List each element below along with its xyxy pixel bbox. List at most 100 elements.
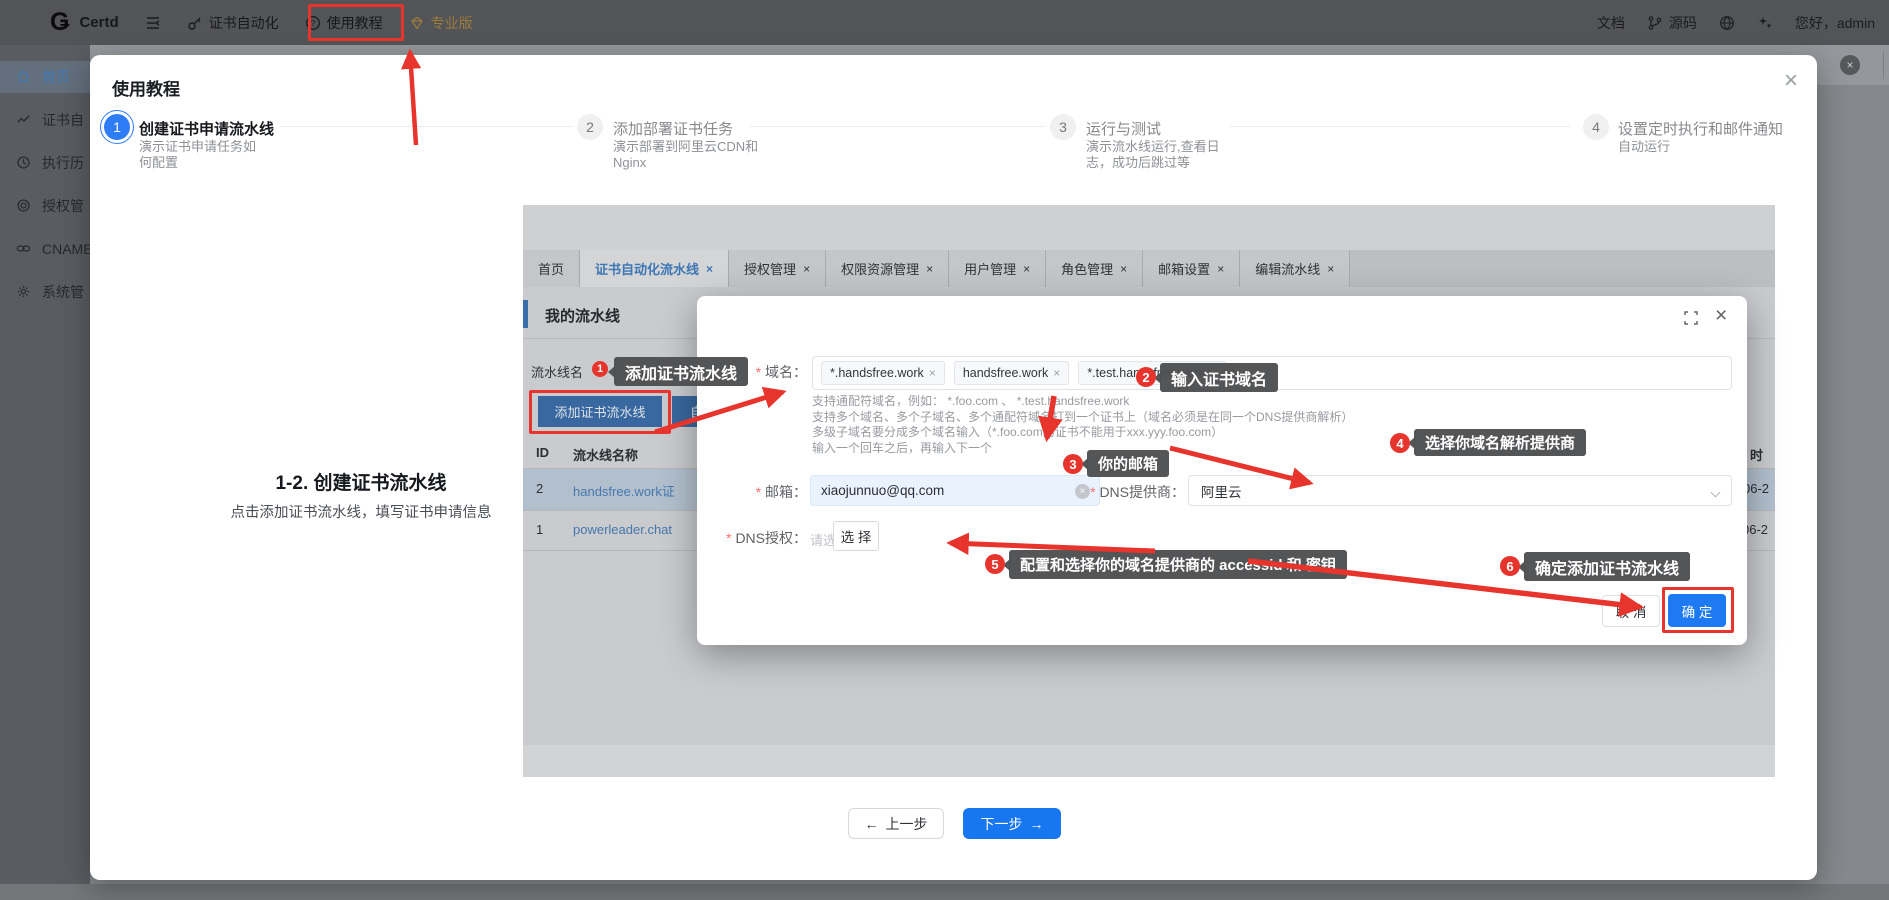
step-2-indicator: 2 xyxy=(577,114,603,140)
panel-accent-bar xyxy=(523,300,528,328)
menu-pro-edition[interactable]: 专业版 xyxy=(409,13,473,33)
sidebar-item-home[interactable]: 首页 xyxy=(0,61,90,93)
fullscreen-icon[interactable] xyxy=(1683,310,1699,331)
annotation-badge-2: 2 xyxy=(1136,367,1156,387)
bottom-band xyxy=(0,884,1889,900)
demo-tab-home[interactable]: 首页 xyxy=(523,250,580,287)
step-1-desc: 演示证书申请任务如何配置 xyxy=(139,139,265,171)
annotation-badge-3: 3 xyxy=(1063,454,1083,474)
demo-tab-pipeline[interactable]: 证书自动化流水线× xyxy=(580,250,729,287)
tab-close-icon[interactable]: × xyxy=(1327,262,1334,276)
step-2-desc: 演示部署到阿里云CDN和Nginx xyxy=(613,139,768,171)
nav-docs-link[interactable]: 文档 xyxy=(1597,13,1625,33)
demo-tab-edit[interactable]: 编辑流水线× xyxy=(1240,250,1350,287)
tutorial-modal: 使用教程 × 1 创建证书申请流水线 演示证书申请任务如何配置 2 添加部署证书… xyxy=(90,55,1817,880)
arrow-left-icon: ← xyxy=(865,816,879,832)
tabs-overflow-close-icon[interactable]: × xyxy=(1840,55,1860,75)
nav-source-link[interactable]: 源码 xyxy=(1647,13,1697,33)
section-desc: 点击添加证书流水线，填写证书申请信息 xyxy=(176,501,546,522)
row-pipeline-link[interactable]: handsfree.work证 xyxy=(573,481,675,500)
row-id: 1 xyxy=(536,522,543,537)
demo-header-strip xyxy=(523,205,1775,250)
step-connector xyxy=(750,126,1045,127)
email-input[interactable]: xiaojunnuo@qq.com × xyxy=(810,475,1100,506)
step-1-indicator: 1 xyxy=(104,114,130,140)
arrow-right-icon: → xyxy=(1030,816,1044,832)
key-icon xyxy=(187,15,203,31)
row-pipeline-link[interactable]: powerleader.chat xyxy=(573,522,672,537)
tab-close-icon[interactable]: × xyxy=(1023,262,1030,276)
annotation-badge-6: 6 xyxy=(1500,556,1520,576)
step-3-indicator: 3 xyxy=(1050,114,1076,140)
app-brand[interactable]: Ǥ Certd xyxy=(50,10,119,35)
col-header-name: 流水线名称 xyxy=(573,445,638,464)
step-4-title: 设置定时执行和邮件通知 xyxy=(1618,118,1783,139)
panel-title: 我的流水线 xyxy=(545,305,620,326)
step-connector xyxy=(280,126,572,127)
annotation-tip-3: 你的邮箱 xyxy=(1087,450,1169,477)
email-label: 邮箱： xyxy=(697,482,807,502)
demo-tab-roles[interactable]: 角色管理× xyxy=(1046,250,1143,287)
diamond-icon xyxy=(409,15,425,31)
tag-close-icon[interactable]: × xyxy=(1053,366,1060,380)
step-3-desc: 演示流水线运行,查看日志，成功后跳过等 xyxy=(1086,139,1234,171)
tab-close-icon[interactable]: × xyxy=(926,262,933,276)
tab-close-icon[interactable]: × xyxy=(1120,262,1127,276)
chart-icon xyxy=(16,112,32,128)
demo-tab-email[interactable]: 邮箱设置× xyxy=(1143,250,1240,287)
dns-provider-select[interactable]: 阿里云 xyxy=(1188,475,1732,506)
globe-icon[interactable] xyxy=(1719,15,1735,31)
certd-logo-icon: Ǥ xyxy=(50,10,69,35)
sidebar-item-auth[interactable]: 授权管 xyxy=(0,190,90,222)
demo-tab-users[interactable]: 用户管理× xyxy=(949,250,1046,287)
collapse-menu-icon[interactable] xyxy=(145,15,161,31)
dns-auth-choose-button[interactable]: 选 择 xyxy=(833,521,879,551)
add-pipeline-dialog: × 域名： *.handsfree.work× handsfree.work× … xyxy=(697,296,1747,645)
demo-tab-perm[interactable]: 权限资源管理× xyxy=(826,250,949,287)
annotation-tip-5: 配置和选择你的域名提供商的 accessid 和 密钥 xyxy=(1009,550,1347,579)
step-4-desc: 自动运行 xyxy=(1618,139,1798,155)
prev-step-button[interactable]: ← 上一步 xyxy=(848,808,944,839)
tutorial-close-icon[interactable]: × xyxy=(1778,67,1804,95)
sidebar-item-cname[interactable]: CNAME xyxy=(0,233,90,265)
gear-icon xyxy=(16,284,32,300)
tab-close-icon[interactable]: × xyxy=(1217,262,1224,276)
target-icon xyxy=(16,198,32,214)
tutorial-modal-title: 使用教程 xyxy=(112,75,180,100)
dialog-close-icon[interactable]: × xyxy=(1715,304,1727,328)
demo-tab-auth[interactable]: 授权管理× xyxy=(729,250,826,287)
tab-close-icon[interactable]: × xyxy=(706,262,713,276)
step-connector xyxy=(1230,126,1570,127)
sidebar-item-history[interactable]: 执行历 xyxy=(0,147,90,179)
menu-cert-automation[interactable]: 证书自动化 xyxy=(187,13,279,33)
sidebar-item-system[interactable]: 系统管 xyxy=(0,276,90,308)
sparkles-icon[interactable] xyxy=(1757,15,1773,31)
annotation-tip-2: 输入证书域名 xyxy=(1160,363,1278,392)
annotation-badge-4: 4 xyxy=(1390,433,1410,453)
annotation-tip-6: 确定添加证书流水线 xyxy=(1524,552,1690,581)
domain-tag: *.handsfree.work× xyxy=(821,361,945,385)
section-title: 1-2. 创建证书流水线 xyxy=(191,468,531,495)
row-id: 2 xyxy=(536,481,543,496)
strip-divider xyxy=(1883,51,1884,79)
user-greeting[interactable]: 您好，admin xyxy=(1795,13,1875,33)
step-1-title: 创建证书申请流水线 xyxy=(139,118,274,139)
step-3-title: 运行与测试 xyxy=(1086,118,1161,139)
clock-icon xyxy=(16,155,32,171)
demo-footer-strip xyxy=(523,745,1775,777)
filter-label: 流水线名 xyxy=(531,362,583,381)
top-navbar: Ǥ Certd 证书自动化 ? 使用教程 专业版 文档 xyxy=(0,0,1889,45)
brand-name: Certd xyxy=(79,14,118,31)
sidebar: 首页 证书自 执行历 授权管 CNAME 系统管 xyxy=(0,45,90,900)
tag-close-icon[interactable]: × xyxy=(929,366,936,380)
highlight-box-add-button xyxy=(529,390,671,434)
tab-close-icon[interactable]: × xyxy=(803,262,810,276)
domain-tag: handsfree.work× xyxy=(954,361,1069,385)
chevron-down-icon xyxy=(1711,488,1721,498)
sidebar-item-cert[interactable]: 证书自 xyxy=(0,104,90,136)
next-step-button[interactable]: 下一步 → xyxy=(963,808,1061,839)
git-branch-icon xyxy=(1647,15,1663,31)
annotation-tip-4: 选择你域名解析提供商 xyxy=(1414,429,1586,456)
cancel-button[interactable]: 取 消 xyxy=(1602,595,1660,627)
step-4-indicator: 4 xyxy=(1583,114,1609,140)
